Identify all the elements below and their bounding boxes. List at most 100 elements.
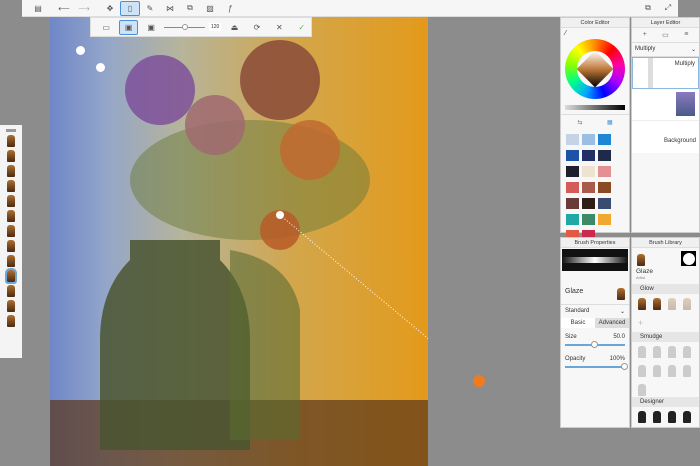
color-swatch[interactable] — [581, 197, 595, 209]
symmetry-icon[interactable]: ⋈ — [160, 1, 180, 16]
color-swatch[interactable] — [565, 213, 579, 225]
blend-mode-select[interactable]: Multiply ⌄ — [632, 42, 699, 57]
brush-item[interactable] — [7, 240, 15, 252]
brush-item[interactable] — [7, 315, 15, 327]
brush-item[interactable] — [638, 365, 646, 377]
brush-sub-toolbar: ▭ ▣ ▣ 120 ⏏ ⟳ ✕ ✓ — [90, 17, 312, 37]
color-swatch[interactable] — [597, 149, 611, 161]
layer-row[interactable]: Background — [632, 121, 699, 153]
brush-item[interactable] — [7, 135, 15, 147]
brush-item[interactable] — [668, 346, 676, 358]
blend-soft-icon[interactable]: ▣ — [119, 19, 138, 35]
cancel-icon[interactable]: ✕ — [270, 20, 288, 35]
color-swatch[interactable] — [597, 133, 611, 145]
brush-item[interactable] — [7, 150, 15, 162]
brush-item[interactable] — [638, 346, 646, 358]
guide-endpoint-handle[interactable] — [473, 375, 485, 387]
brush-item[interactable] — [668, 298, 676, 310]
color-swatch[interactable] — [565, 165, 579, 177]
rotate-icon[interactable]: ⟳ — [248, 20, 266, 35]
brush-item[interactable] — [668, 365, 676, 377]
color-swatch[interactable] — [581, 165, 595, 177]
painting-canvas[interactable] — [50, 0, 428, 466]
brush-item[interactable] — [7, 300, 15, 312]
color-swatch[interactable] — [597, 213, 611, 225]
brush-item[interactable] — [638, 384, 646, 396]
brush-item[interactable] — [683, 346, 691, 358]
size-slider[interactable] — [164, 23, 205, 30]
color-swatch[interactable] — [597, 181, 611, 193]
brush-item[interactable] — [653, 346, 661, 358]
color-swatch[interactable] — [581, 181, 595, 193]
opacity-slider[interactable] — [648, 58, 653, 88]
brush-item-selected[interactable] — [5, 268, 17, 284]
pencil-icon[interactable]: ✎ — [140, 1, 160, 16]
stamp-icon[interactable]: ⏏ — [225, 20, 243, 35]
size-label: Size — [565, 334, 577, 340]
brush-item[interactable] — [7, 180, 15, 192]
brush-item[interactable] — [7, 285, 15, 297]
undo-icon[interactable]: ⟵ — [54, 1, 74, 16]
layer-menu-icon[interactable]: ≡ — [684, 31, 688, 39]
layer-lock-icon[interactable]: ▭ — [662, 31, 669, 39]
color-wheel[interactable] — [565, 39, 625, 99]
brush-item[interactable] — [683, 411, 691, 423]
brush-item[interactable] — [653, 365, 661, 377]
image-icon[interactable]: ▨ — [200, 1, 220, 16]
brush-item[interactable] — [653, 411, 661, 423]
confirm-icon[interactable]: ✓ — [293, 20, 311, 35]
tab-advanced[interactable]: Advanced — [595, 318, 629, 328]
color-swatch[interactable] — [581, 133, 595, 145]
brush-icon — [637, 254, 645, 266]
brush-item[interactable] — [638, 411, 646, 423]
color-swatch[interactable] — [581, 149, 595, 161]
control-point[interactable] — [76, 46, 85, 55]
color-swatch[interactable] — [565, 197, 579, 209]
brush-mode-select[interactable]: Standard ⌄ — [561, 304, 629, 318]
curve-icon[interactable]: ƒ — [220, 1, 240, 16]
layer-row[interactable] — [632, 89, 699, 121]
swatches-tab-icon[interactable]: ▦ — [607, 119, 613, 126]
color-swatch[interactable] — [597, 197, 611, 209]
brush-item[interactable] — [7, 195, 15, 207]
eyedropper-icon[interactable]: ⁄ — [561, 28, 629, 39]
color-swatch[interactable] — [565, 149, 579, 161]
fullscreen-icon[interactable]: ⤢ — [658, 1, 678, 16]
layers-icon[interactable]: ⧉ — [180, 1, 200, 16]
brush-item[interactable] — [638, 298, 646, 310]
brush-item[interactable] — [7, 255, 15, 267]
brush-item[interactable] — [683, 298, 691, 310]
brush-item[interactable] — [7, 225, 15, 237]
brush-item[interactable] — [683, 365, 691, 377]
size-slider[interactable] — [565, 341, 625, 348]
redo-icon[interactable]: ⟶ — [74, 1, 94, 16]
opacity-slider[interactable] — [565, 363, 628, 370]
tab-basic[interactable]: Basic — [561, 318, 595, 328]
control-point[interactable] — [96, 63, 105, 72]
grip-icon[interactable] — [6, 129, 16, 132]
gallery-icon[interactable]: ▤ — [28, 1, 48, 16]
color-swatch[interactable] — [581, 213, 595, 225]
size-value[interactable]: 120 — [208, 23, 222, 31]
blend-hard-icon[interactable]: ▣ — [142, 20, 160, 35]
grayscale-strip[interactable] — [565, 105, 625, 110]
mode-value: Standard — [565, 308, 590, 314]
share-icon[interactable]: ⧉ — [638, 1, 658, 16]
add-layer-icon[interactable]: + — [643, 31, 647, 39]
blend-off-icon[interactable]: ▭ — [97, 20, 115, 35]
add-brush-icon[interactable]: + — [638, 318, 643, 329]
transform-icon[interactable]: ✥ — [100, 1, 120, 16]
control-point[interactable] — [276, 211, 284, 219]
color-swatch[interactable] — [597, 165, 611, 177]
layer-row[interactable]: Multiply — [632, 57, 699, 89]
brush-library-panel: Brush Library Glaze Artist Glow + Smudge… — [631, 237, 700, 428]
color-swatch[interactable] — [565, 181, 579, 193]
sliders-tab-icon[interactable]: ⇆ — [577, 119, 582, 126]
color-editor-panel: Color Editor ⁄ ⇆ ▦ — [560, 17, 630, 241]
brush-item[interactable] — [653, 298, 661, 310]
brush-item[interactable] — [668, 411, 676, 423]
brush-item[interactable] — [7, 165, 15, 177]
brush-item[interactable] — [7, 210, 15, 222]
brush-icon[interactable]: ▯ — [120, 0, 140, 16]
color-swatch[interactable] — [565, 133, 579, 145]
